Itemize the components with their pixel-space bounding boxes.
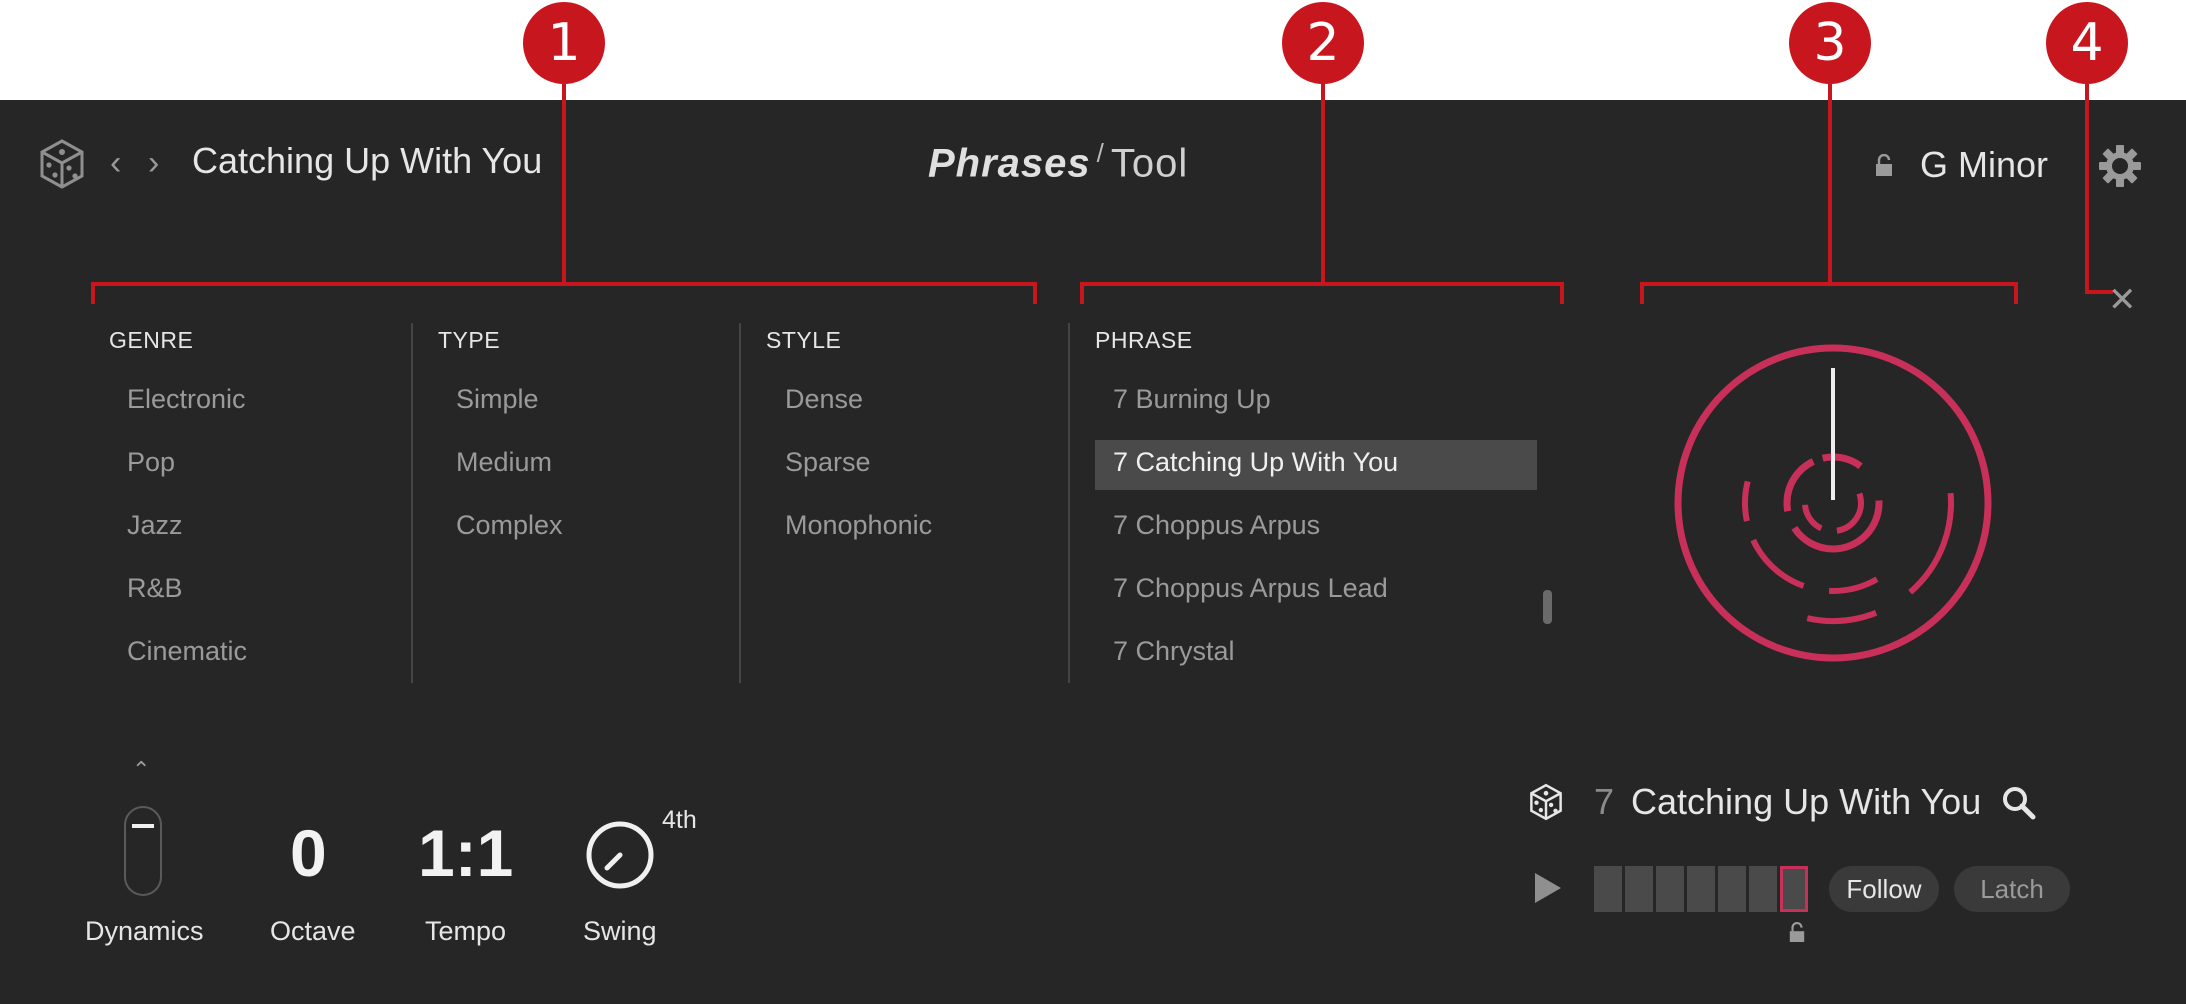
step[interactable] bbox=[1656, 866, 1684, 912]
phrase-item[interactable]: 7 Choppus Arpus Lead bbox=[1113, 573, 1388, 604]
chevron-right-icon[interactable]: › bbox=[148, 144, 159, 183]
lock-icon[interactable] bbox=[1874, 153, 1894, 183]
tempo-label: Tempo bbox=[425, 916, 507, 946]
lock-icon[interactable] bbox=[1788, 922, 1806, 949]
callout-4: 4 bbox=[2046, 2, 2128, 84]
style-header: STYLE bbox=[766, 327, 842, 353]
callout-3: 3 bbox=[1789, 2, 1871, 84]
octave-value[interactable]: 0 bbox=[290, 815, 327, 891]
genre-item[interactable]: R&B bbox=[127, 573, 183, 604]
play-icon[interactable] bbox=[1533, 871, 1563, 910]
type-item[interactable]: Complex bbox=[456, 510, 563, 541]
logo-slash: / bbox=[1096, 138, 1105, 168]
logo-sub: Tool bbox=[1110, 141, 1189, 186]
callout-2: 2 bbox=[1282, 2, 1364, 84]
dice-icon[interactable] bbox=[1528, 783, 1564, 826]
divider bbox=[1068, 323, 1070, 683]
step[interactable] bbox=[1749, 866, 1777, 912]
genre-item[interactable]: Jazz bbox=[127, 510, 183, 541]
phrase-header: PHRASE bbox=[1095, 327, 1193, 353]
phrase-name: Catching Up With You bbox=[1631, 781, 1982, 822]
style-item[interactable]: Dense bbox=[785, 384, 863, 415]
latch-button[interactable]: Latch bbox=[1954, 866, 2070, 912]
style-item[interactable]: Sparse bbox=[785, 447, 871, 478]
close-icon[interactable]: ✕ bbox=[2108, 280, 2137, 320]
preset-title: Catching Up With You bbox=[192, 140, 543, 181]
phrases-tool-logo: Phrases / Tool bbox=[928, 138, 1188, 186]
divider bbox=[411, 323, 413, 683]
phrase-item[interactable]: 7 Burning Up bbox=[1113, 384, 1271, 415]
type-item[interactable]: Medium bbox=[456, 447, 552, 478]
dynamics-label: Dynamics bbox=[85, 916, 204, 946]
tempo-value[interactable]: 1:1 bbox=[418, 815, 513, 891]
swing-label: Swing bbox=[583, 916, 657, 946]
gear-icon[interactable] bbox=[2097, 143, 2143, 194]
phrase-item-selected[interactable]: 7 Catching Up With You bbox=[1113, 447, 1398, 478]
logo-main: Phrases bbox=[928, 141, 1091, 186]
octave-label: Octave bbox=[270, 916, 356, 946]
step[interactable] bbox=[1687, 866, 1715, 912]
type-item[interactable]: Simple bbox=[456, 384, 539, 415]
step[interactable] bbox=[1625, 866, 1653, 912]
swing-value: 4th bbox=[662, 806, 697, 834]
divider bbox=[739, 323, 741, 683]
swing-knob[interactable] bbox=[585, 820, 655, 895]
dice-icon[interactable] bbox=[38, 138, 86, 195]
genre-item[interactable]: Pop bbox=[127, 447, 175, 478]
phrase-number: 7 bbox=[1594, 781, 1615, 822]
phrase-item[interactable]: 7 Choppus Arpus bbox=[1113, 510, 1320, 541]
genre-item[interactable]: Electronic bbox=[127, 384, 246, 415]
style-item[interactable]: Monophonic bbox=[785, 510, 932, 541]
chevron-left-icon[interactable]: ‹ bbox=[110, 144, 121, 183]
key-selector[interactable]: G Minor bbox=[1920, 144, 2048, 186]
phrase-scrollbar[interactable] bbox=[1543, 590, 1552, 624]
follow-button[interactable]: Follow bbox=[1829, 866, 1939, 912]
genre-header: GENRE bbox=[109, 327, 194, 353]
chevron-up-icon[interactable]: ⌃ bbox=[132, 758, 150, 783]
genre-item[interactable]: Cinematic bbox=[127, 636, 247, 667]
step-active[interactable] bbox=[1780, 866, 1808, 912]
type-header: TYPE bbox=[438, 327, 501, 353]
callout-1: 1 bbox=[523, 2, 605, 84]
search-icon[interactable] bbox=[2001, 785, 2037, 826]
phrase-item[interactable]: 7 Chrystal bbox=[1113, 636, 1235, 667]
dynamics-slider[interactable] bbox=[124, 806, 162, 896]
step[interactable] bbox=[1594, 866, 1622, 912]
phrase-visualizer bbox=[1670, 340, 2000, 675]
step[interactable] bbox=[1718, 866, 1746, 912]
